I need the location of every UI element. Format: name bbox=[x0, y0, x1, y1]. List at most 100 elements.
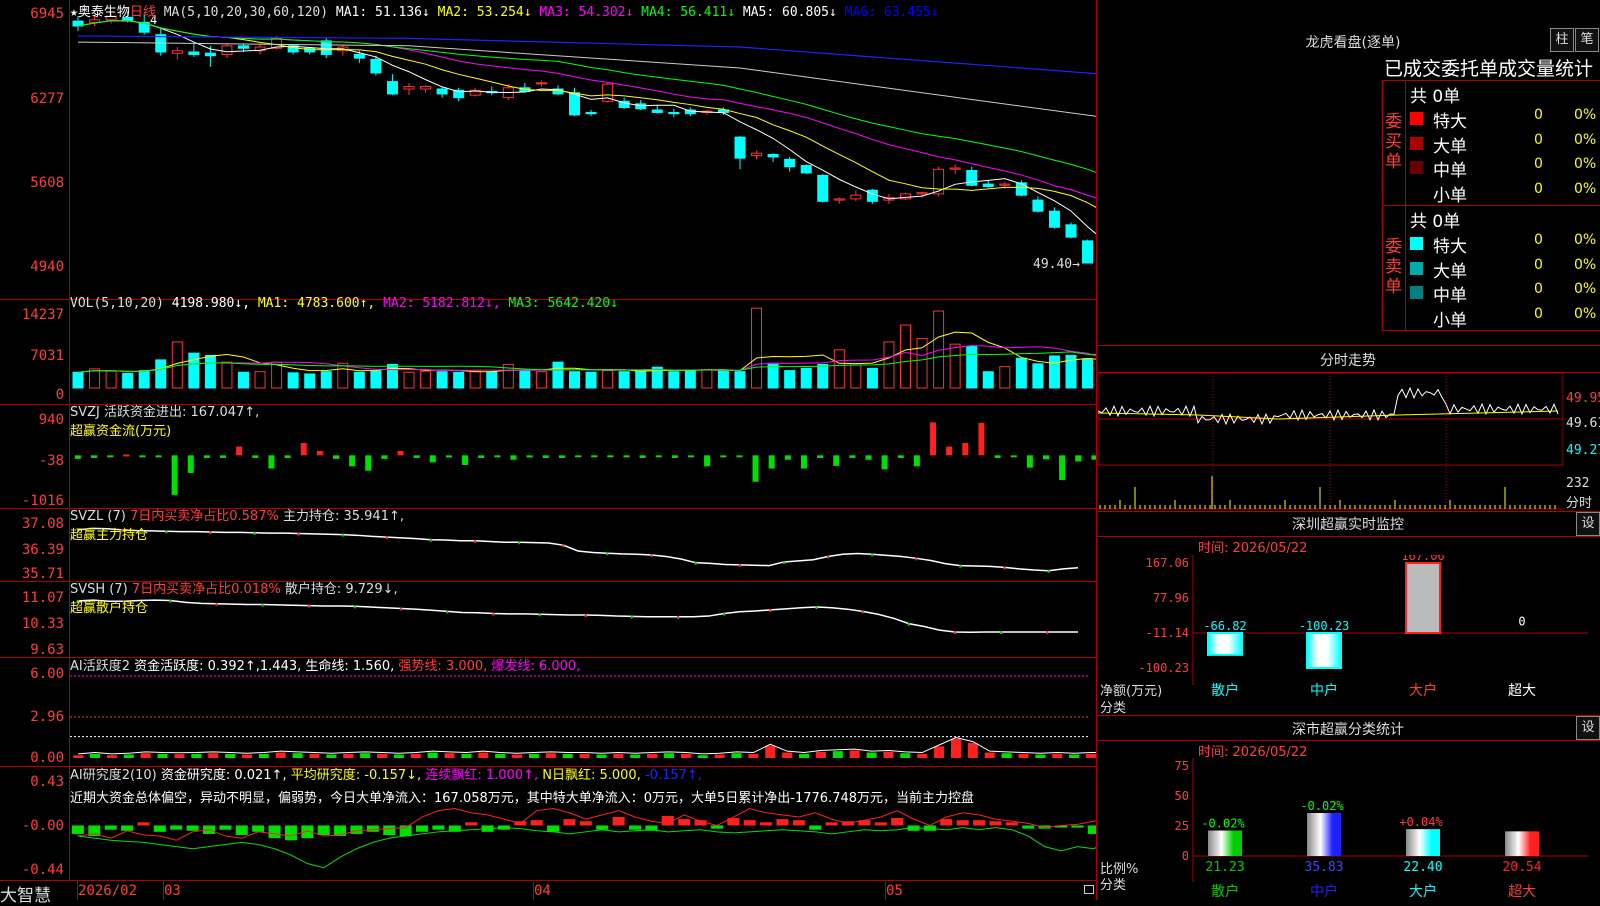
svzj-bar bbox=[478, 455, 485, 458]
ai1-bar bbox=[174, 754, 185, 758]
candle-body bbox=[916, 192, 928, 195]
ai2-axis-label: -0.44 bbox=[21, 862, 64, 878]
classify-category: 大户 bbox=[1409, 883, 1437, 900]
ai2-nred: N日飘红: 5.000, bbox=[542, 768, 641, 783]
svzj-bar bbox=[1091, 455, 1096, 460]
classify-bar-value: 21.23 bbox=[1205, 860, 1244, 875]
candle-body bbox=[734, 136, 746, 159]
svzl-line-tick bbox=[827, 555, 829, 559]
intraday-chart[interactable] bbox=[1098, 373, 1563, 510]
order-count: 0 bbox=[1534, 305, 1543, 322]
svzj-line1: SVZJ 活跃资金进出: 167.047↑, bbox=[70, 405, 260, 420]
ai1-bar bbox=[1069, 754, 1080, 758]
monitor-category: 散户 bbox=[1211, 682, 1239, 699]
svzj-bar bbox=[74, 455, 81, 459]
classify-settings-button[interactable]: 设 bbox=[1576, 716, 1600, 740]
ai1-bar bbox=[343, 753, 354, 758]
ai2-bar bbox=[1005, 822, 1018, 826]
period-label[interactable]: 日线 bbox=[130, 5, 156, 20]
volume-bar bbox=[817, 363, 829, 389]
order-count: 0 bbox=[1534, 107, 1543, 123]
ai2-red: 连续飘红: 1.000↑, bbox=[425, 768, 539, 783]
svzj-bar bbox=[736, 455, 743, 458]
ai1-bar bbox=[360, 753, 371, 758]
volume-bar bbox=[105, 370, 117, 389]
volume-bar bbox=[1032, 363, 1044, 389]
monitor-bar-chart[interactable]: 167.06 77.96 -11.14 -100.23 -66.82 散户 -100.23 中… bbox=[1098, 555, 1600, 715]
monitor-time: 时间: 2026/05/22 bbox=[1198, 541, 1308, 556]
svzj-bar bbox=[704, 455, 711, 467]
volume-bar bbox=[469, 370, 481, 389]
ai2-axis-label: 0.43 bbox=[30, 774, 64, 790]
ai1-bar bbox=[613, 753, 624, 758]
ai2-axis-label: -0.00 bbox=[21, 818, 64, 834]
stock-name: 奥泰生物 bbox=[77, 5, 130, 20]
ai2-research: 资金研究度: 0.021↑, bbox=[160, 768, 287, 783]
favorite-star-icon[interactable]: ★ bbox=[70, 5, 78, 20]
intraday-title: 分时走势 bbox=[1320, 353, 1376, 369]
ai1-bar bbox=[866, 752, 877, 758]
main-chart-area[interactable]: 6945 6277 5608 4940 14237 7031 0 940 -38… bbox=[0, 0, 1097, 906]
svzj-bar bbox=[962, 443, 969, 456]
date-label: 03 bbox=[164, 883, 181, 899]
svzj-bar bbox=[623, 455, 630, 458]
classify-bar-chart[interactable]: 75 50 25 0 -0.02% 21.23 散户 -0.02% 35.83 中户 +0.04% 2… bbox=[1098, 758, 1600, 900]
ai1-bar bbox=[208, 753, 219, 758]
svzl-hold: 主力持仓: 35.941↑, bbox=[282, 509, 404, 524]
vol-axis-label: 14237 bbox=[21, 307, 64, 323]
date-label: 04 bbox=[534, 883, 551, 899]
ai2-bar bbox=[760, 822, 773, 826]
volume-bar bbox=[1048, 355, 1060, 389]
ai2-bar bbox=[612, 817, 625, 826]
volume-bar bbox=[271, 361, 283, 389]
monitor-bar bbox=[1306, 632, 1342, 669]
svzj-bar bbox=[1026, 455, 1033, 468]
ai1-bar bbox=[90, 753, 101, 758]
classify-change: +0.04% bbox=[1399, 815, 1443, 829]
svzj-bar bbox=[946, 446, 953, 456]
monitor-axis-label: -11.14 bbox=[1146, 626, 1189, 640]
lock-icon[interactable] bbox=[1084, 885, 1094, 894]
svzj-bar bbox=[687, 455, 694, 458]
dragon-tabs[interactable]: 已成交委托单成交量统计 bbox=[1384, 54, 1593, 81]
ai2-bar bbox=[104, 825, 117, 830]
svzj-title: SVZJ 活跃资金进出: 167.047↑, 超赢资金流(万元) bbox=[70, 401, 259, 439]
price-axis-label: 4940 bbox=[30, 259, 64, 275]
svzj-axis-label: 940 bbox=[38, 412, 64, 428]
order-type: 中单 bbox=[1433, 161, 1467, 181]
order-color-swatch bbox=[1410, 161, 1423, 174]
svzl-name: SVZL (7) bbox=[70, 509, 126, 524]
volume-bar bbox=[370, 370, 382, 389]
ma-value: MA5: 60.805↓ bbox=[742, 5, 845, 20]
ai1-bar bbox=[934, 746, 945, 758]
svzj-bar bbox=[445, 455, 452, 458]
monitor-settings-button[interactable]: 设 bbox=[1576, 512, 1600, 536]
candle-body bbox=[668, 111, 680, 115]
ma-value: MA3: 54.302↓ bbox=[539, 5, 642, 20]
ai2-bar bbox=[989, 821, 1002, 826]
svzj-bar bbox=[752, 455, 759, 482]
svzj-bar bbox=[558, 455, 565, 458]
svzl-line-tick bbox=[871, 553, 874, 557]
indicator-charts[interactable]: 4 bbox=[70, 0, 1096, 880]
ai1-bar bbox=[731, 753, 742, 758]
column-view-button[interactable]: 柱 bbox=[1550, 28, 1574, 52]
price-axis-label: 5608 bbox=[30, 175, 64, 191]
svsh-line-tick bbox=[400, 607, 403, 611]
svzj-bar bbox=[316, 450, 323, 456]
price-axis-label: 6945 bbox=[30, 6, 64, 22]
candle-body bbox=[966, 169, 978, 186]
monitor-bar-value: -100.23 bbox=[1299, 619, 1350, 633]
volume-bar bbox=[585, 371, 597, 389]
classify-change: -0.02% bbox=[1300, 799, 1344, 813]
ai1-life: 生命线: 1.560, bbox=[305, 659, 395, 674]
ai1-axis-label: 0.00 bbox=[30, 750, 64, 766]
ai1-bar bbox=[225, 753, 236, 758]
tick-view-button[interactable]: 笔 bbox=[1575, 28, 1599, 52]
monitor-xlabel: 分类 bbox=[1100, 701, 1127, 716]
svsh-line-tick bbox=[953, 630, 956, 634]
svzj-bar bbox=[720, 455, 727, 458]
svzj-bar bbox=[332, 455, 339, 459]
order-count: 0 bbox=[1534, 281, 1543, 297]
classify-bar-value: 20.54 bbox=[1502, 860, 1541, 875]
